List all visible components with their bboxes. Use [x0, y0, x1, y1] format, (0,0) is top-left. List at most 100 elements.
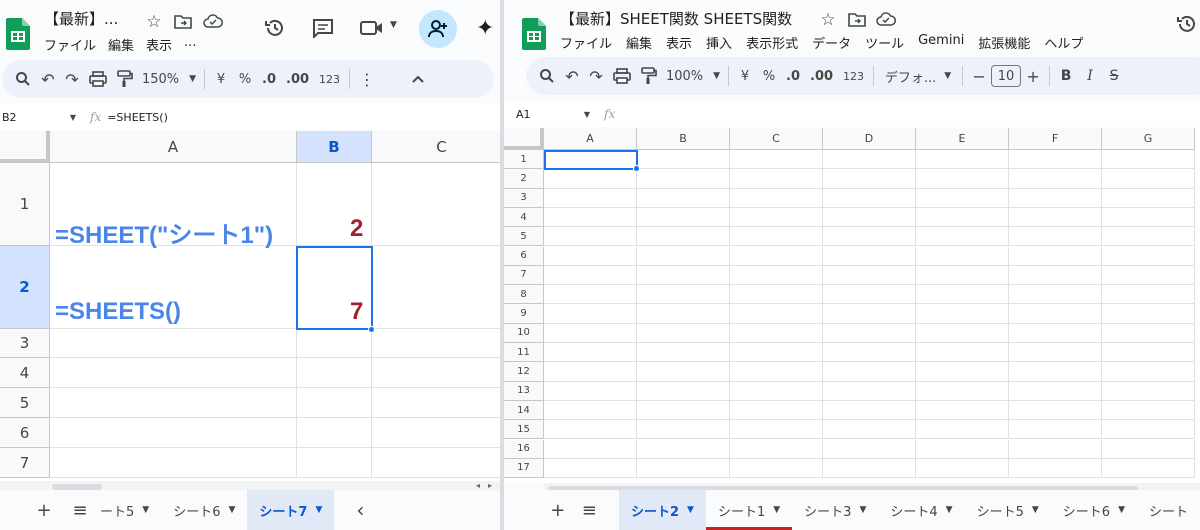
- increase-decimal-button[interactable]: .00: [281, 65, 314, 93]
- version-history-icon[interactable]: [264, 17, 286, 39]
- row-header-8[interactable]: 8: [504, 285, 544, 305]
- menu-insert[interactable]: 挿入: [706, 33, 732, 52]
- cell-f7[interactable]: [1009, 265, 1102, 286]
- cell-d13[interactable]: [823, 381, 916, 401]
- italic-button[interactable]: I: [1078, 62, 1102, 90]
- collapse-toolbar-icon[interactable]: [406, 65, 430, 93]
- cloud-saved-icon[interactable]: [203, 14, 223, 28]
- more-options-icon[interactable]: ⋮: [354, 65, 380, 93]
- tab-caret-icon[interactable]: ▼: [1032, 505, 1039, 515]
- bold-button[interactable]: B: [1054, 62, 1078, 90]
- menu-edit[interactable]: 編集: [626, 33, 652, 52]
- name-box[interactable]: A1 ▼: [504, 108, 598, 121]
- sheet-tab-7[interactable]: シート7 ▼: [247, 490, 335, 530]
- cell-d14[interactable]: [823, 400, 916, 421]
- cell-b2[interactable]: [637, 169, 730, 189]
- row-header-16[interactable]: 16: [504, 439, 544, 459]
- cell-a9[interactable]: [544, 304, 637, 324]
- cell-d16[interactable]: [823, 439, 916, 459]
- cell-a15[interactable]: [544, 420, 637, 440]
- cell-c1[interactable]: [730, 150, 823, 170]
- menu-format[interactable]: 表示形式: [746, 33, 798, 52]
- select-all-corner[interactable]: [504, 128, 544, 150]
- cell-e6[interactable]: [916, 246, 1009, 266]
- increase-font-size-button[interactable]: +: [1021, 62, 1045, 90]
- cell-b9[interactable]: [637, 304, 730, 324]
- cell-b16[interactable]: [637, 439, 730, 459]
- all-sheets-button[interactable]: ≡: [62, 490, 98, 530]
- currency-format-button[interactable]: ¥: [209, 65, 233, 93]
- increase-decimal-button[interactable]: .00: [805, 62, 838, 90]
- cell-f16[interactable]: [1009, 439, 1102, 459]
- cell-d7[interactable]: [823, 265, 916, 286]
- paint-format-icon[interactable]: [636, 62, 662, 90]
- row-header-17[interactable]: 17: [504, 458, 544, 479]
- cell-c4[interactable]: [730, 207, 823, 228]
- sheet-tab-7[interactable]: シート: [1137, 490, 1200, 530]
- cell-g1[interactable]: [1102, 150, 1195, 170]
- cell-b14[interactable]: [637, 400, 730, 421]
- cell-b13[interactable]: [637, 381, 730, 401]
- cell-d17[interactable]: [823, 458, 916, 479]
- cell-g11[interactable]: [1102, 343, 1195, 363]
- menu-help[interactable]: ヘルプ: [1044, 33, 1083, 52]
- cell-e9[interactable]: [916, 304, 1009, 324]
- cell-e14[interactable]: [916, 400, 1009, 421]
- row-header-2[interactable]: 2: [504, 169, 544, 189]
- cell-e1[interactable]: [916, 150, 1009, 170]
- meet-dropdown-caret-icon[interactable]: ▼: [390, 20, 397, 30]
- cell-a7[interactable]: [50, 448, 297, 478]
- cell-e5[interactable]: [916, 227, 1009, 247]
- document-title[interactable]: 【最新】...: [44, 8, 118, 29]
- row-header-10[interactable]: 10: [504, 323, 544, 343]
- redo-icon[interactable]: ↷: [60, 65, 84, 93]
- move-folder-icon[interactable]: [174, 14, 192, 30]
- tab-caret-icon[interactable]: ▼: [315, 505, 322, 515]
- cell-g14[interactable]: [1102, 400, 1195, 421]
- cell-f17[interactable]: [1009, 458, 1102, 479]
- column-header-g[interactable]: G: [1102, 128, 1195, 150]
- cell-a17[interactable]: [544, 458, 637, 479]
- cell-a5[interactable]: [50, 388, 297, 418]
- cell-a4[interactable]: [50, 358, 297, 388]
- cell-g8[interactable]: [1102, 285, 1195, 305]
- column-header-c[interactable]: C: [730, 128, 823, 150]
- cell-e17[interactable]: [916, 458, 1009, 479]
- cell-c7[interactable]: [730, 265, 823, 286]
- print-icon[interactable]: [608, 62, 636, 90]
- cell-c15[interactable]: [730, 420, 823, 440]
- cell-a16[interactable]: [544, 439, 637, 459]
- cell-f11[interactable]: [1009, 343, 1102, 363]
- cell-a2[interactable]: [544, 169, 637, 189]
- row-header-6[interactable]: 6: [504, 246, 544, 266]
- cell-c2[interactable]: [372, 246, 500, 329]
- number-format-button[interactable]: 123: [838, 62, 869, 90]
- cell-c1[interactable]: [372, 163, 500, 246]
- add-sheet-button[interactable]: +: [26, 490, 62, 530]
- cell-f3[interactable]: [1009, 188, 1102, 208]
- cell-f15[interactable]: [1009, 420, 1102, 440]
- undo-icon[interactable]: ↶: [560, 62, 584, 90]
- row-header-4[interactable]: 4: [0, 358, 50, 388]
- tab-caret-icon[interactable]: ▼: [859, 505, 866, 515]
- comments-icon[interactable]: [312, 18, 334, 38]
- cell-a3[interactable]: [544, 188, 637, 208]
- select-all-corner[interactable]: [0, 131, 50, 163]
- undo-icon[interactable]: ↶: [36, 65, 60, 93]
- row-header-6[interactable]: 6: [0, 418, 50, 448]
- row-header-13[interactable]: 13: [504, 381, 544, 401]
- cell-g6[interactable]: [1102, 246, 1195, 266]
- menu-view[interactable]: 表示: [146, 35, 172, 54]
- cell-e3[interactable]: [916, 188, 1009, 208]
- cell-f8[interactable]: [1009, 285, 1102, 305]
- cell-b7[interactable]: [637, 265, 730, 286]
- cell-c5[interactable]: [730, 227, 823, 247]
- sheet-tab-5[interactable]: シート5 ▼: [965, 490, 1051, 530]
- cell-e16[interactable]: [916, 439, 1009, 459]
- cell-b15[interactable]: [637, 420, 730, 440]
- currency-format-button[interactable]: ¥: [733, 62, 757, 90]
- cell-b17[interactable]: [637, 458, 730, 479]
- cell-b3[interactable]: [637, 188, 730, 208]
- column-header-b[interactable]: B: [637, 128, 730, 150]
- search-menus-icon[interactable]: [534, 62, 560, 90]
